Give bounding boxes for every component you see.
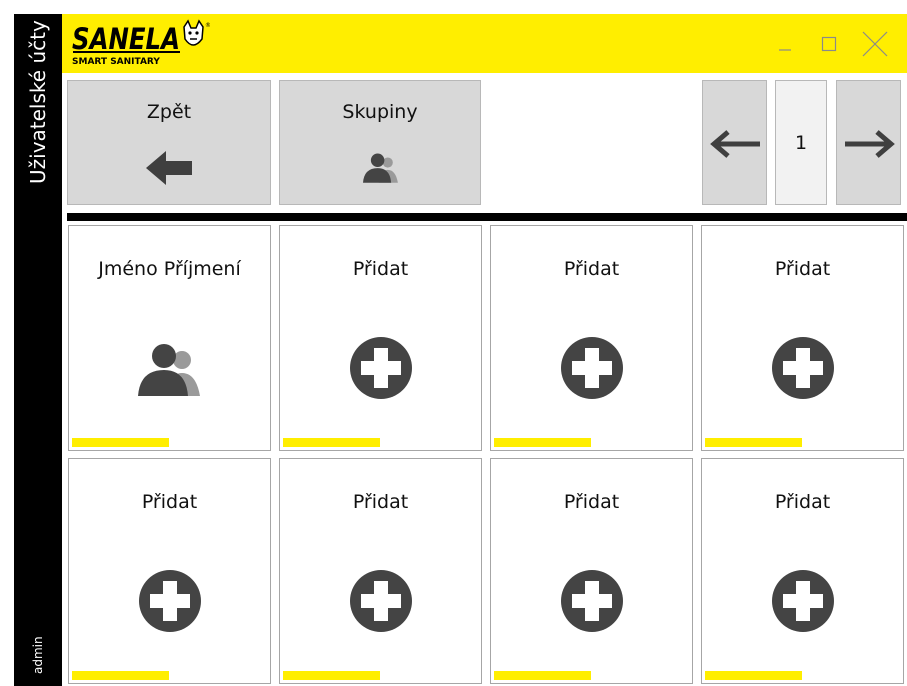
add-icon (561, 570, 623, 632)
tile-label: Přidat (563, 491, 620, 513)
groups-button-label: Skupiny (342, 101, 418, 123)
tile-label: Přidat (352, 258, 409, 280)
sidebar-title: Uživatelské účty (26, 20, 50, 184)
tile-label: Přidat (563, 258, 620, 280)
svg-text:SMART SANITARY: SMART SANITARY (72, 57, 160, 67)
tile-accent-bar (283, 438, 380, 447)
back-button[interactable]: Zpět (67, 80, 271, 205)
sidebar: Uživatelské účty admin (14, 14, 62, 686)
close-button[interactable] (858, 27, 892, 61)
tile-label: Přidat (774, 491, 831, 513)
tile-accent-bar (494, 671, 591, 680)
tile-accent-bar (72, 438, 169, 447)
minimize-icon (779, 49, 791, 51)
users-icon (363, 153, 398, 183)
maximize-button[interactable] (812, 27, 846, 61)
add-user-tile[interactable]: Přidat (279, 458, 482, 684)
add-icon (772, 337, 834, 399)
minimize-button[interactable] (768, 27, 802, 61)
sidebar-user-label: admin (31, 636, 45, 674)
tile-accent-bar (705, 671, 802, 680)
app-window: Uživatelské účty admin SANELA SMART SANI… (14, 14, 907, 686)
tile-label: Přidat (774, 258, 831, 280)
previous-page-button[interactable] (702, 80, 767, 205)
title-bar: SANELA SMART SANITARY ® (62, 14, 907, 73)
maximize-icon (821, 36, 837, 52)
tile-accent-bar (72, 671, 169, 680)
next-page-button[interactable] (836, 80, 901, 205)
groups-button[interactable]: Skupiny (279, 80, 481, 205)
close-icon (862, 31, 888, 57)
add-icon (350, 570, 412, 632)
tile-accent-bar (705, 438, 802, 447)
add-user-tile[interactable]: Přidat (279, 225, 482, 451)
sanela-logo: SANELA SMART SANITARY ® (70, 19, 211, 69)
tile-label: Přidat (352, 491, 409, 513)
page-number: 1 (775, 80, 827, 205)
add-user-tile[interactable]: Přidat (490, 458, 693, 684)
tile-accent-bar (494, 438, 591, 447)
add-icon (772, 570, 834, 632)
main-area: SANELA SMART SANITARY ® Zpět Skupiny 1 J… (62, 14, 907, 686)
arrow-left-icon (146, 151, 192, 185)
back-button-label: Zpět (146, 101, 192, 123)
svg-text:SANELA: SANELA (72, 22, 180, 56)
svg-text:®: ® (205, 22, 210, 29)
add-user-tile[interactable]: Přidat (701, 458, 904, 684)
add-user-tile[interactable]: Přidat (490, 225, 693, 451)
add-user-tile[interactable]: Přidat (701, 225, 904, 451)
toolbar-divider (67, 213, 907, 221)
add-icon (350, 337, 412, 399)
arrow-left-icon (710, 130, 760, 158)
tile-label: Jméno Příjmení (98, 258, 241, 280)
add-user-tile[interactable]: Přidat (68, 458, 271, 684)
add-icon (561, 337, 623, 399)
add-icon (139, 570, 201, 632)
arrow-right-icon (845, 130, 895, 158)
user-tile[interactable]: Jméno Příjmení (68, 225, 271, 451)
tile-label: Přidat (141, 491, 198, 513)
users-icon (138, 344, 200, 396)
tile-accent-bar (283, 671, 380, 680)
